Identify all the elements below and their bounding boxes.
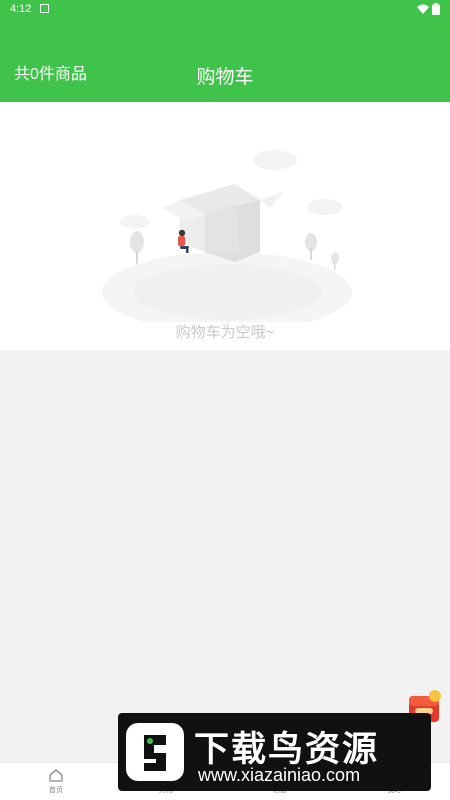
empty-box-icon [102, 150, 352, 322]
header: 共0件商品 购物车 [0, 20, 450, 102]
empty-cart-card: 购物车为空哦~ [0, 102, 450, 350]
watermark-logo-icon [126, 723, 184, 781]
watermark-banner: 下载鸟资源 www.xiazainiao.com [118, 713, 431, 791]
bird-icon [144, 735, 166, 771]
status-bar: 4:12 [0, 0, 450, 20]
status-icons [417, 3, 440, 15]
tab-home-label: 首页 [49, 787, 63, 794]
status-time: 4:12 [10, 3, 32, 15]
home-icon [49, 769, 63, 782]
wifi-icon [417, 4, 429, 14]
empty-cart-message: 购物车为空哦~ [175, 324, 275, 341]
battery-icon [432, 3, 440, 15]
page-title: 购物车 [196, 67, 254, 88]
watermark-url: www.xiazainiao.com [198, 765, 361, 785]
notification-icon [40, 4, 49, 13]
tab-home[interactable]: 首页 [26, 767, 86, 795]
